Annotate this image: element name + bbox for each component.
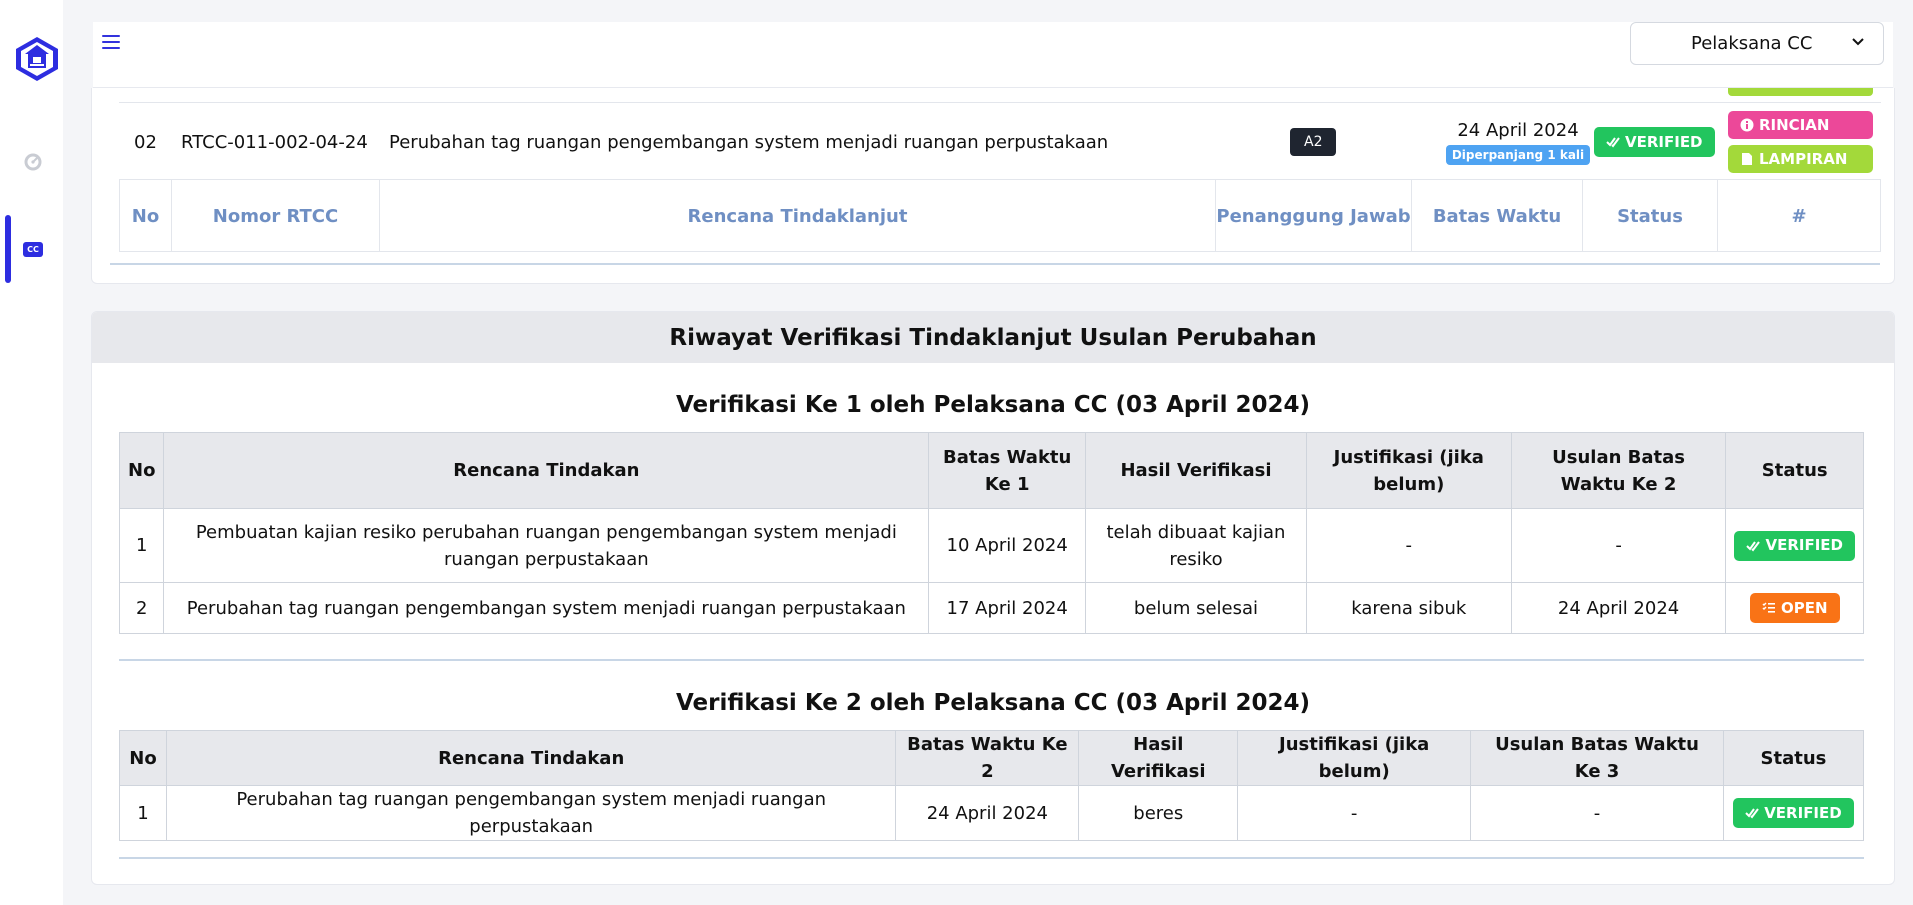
cell-status: VERIFIED	[1722, 785, 1865, 841]
cell-rencana: Perubahan tag ruangan pengembangan syste…	[163, 582, 930, 634]
th-justifikasi: Justifikasi (jika belum)	[1237, 730, 1472, 786]
app-logo-icon[interactable]	[13, 35, 61, 83]
status-text: OPEN	[1780, 598, 1828, 617]
extension-badge: Diperpanjang 1 kali	[1445, 144, 1591, 165]
rincian-button[interactable]: RINCIAN	[1728, 111, 1873, 139]
cell-hasil: belum selesai	[1085, 582, 1307, 634]
col-nomor: Nomor RTCC	[171, 180, 379, 252]
th-justifikasi: Justifikasi (jika belum)	[1305, 432, 1512, 509]
th-hasil: Hasil Verifikasi	[1085, 432, 1307, 509]
batas-date: 24 April 2024	[1457, 119, 1579, 141]
col-rencana: Rencana Tindaklanjut	[379, 180, 1215, 252]
penanggung-badge: A2	[1290, 128, 1337, 156]
lampiran-label: LAMPIRAN	[1759, 150, 1848, 168]
rincian-label: RINCIAN	[1759, 116, 1830, 134]
verifikasi-1-title: Verifikasi Ke 1 oleh Pelaksana CC (03 Ap…	[676, 392, 1310, 418]
verifikasi-1-table: No Rencana Tindakan Batas Waktu Ke 1 Has…	[118, 432, 1864, 634]
actions-cell: RINCIAN LAMPIRAN	[1728, 103, 1873, 181]
role-select[interactable]: Pelaksana CC	[1630, 22, 1884, 65]
th-rencana: Rencana Tindakan	[163, 432, 930, 509]
cell-batas: 10 April 2024	[928, 508, 1087, 583]
th-hasil: Hasil Verifikasi	[1078, 730, 1239, 786]
divider	[110, 263, 1880, 265]
cell-batas: 17 April 2024	[928, 582, 1087, 634]
top-bar-panel	[93, 22, 1893, 88]
cell-rencana: Perubahan tag ruangan pengembangan syste…	[165, 785, 897, 841]
th-no: No	[119, 730, 167, 786]
th-batas: Batas Waktu Ke 2	[895, 730, 1080, 786]
col-no: No	[119, 180, 171, 252]
verifikasi-2-table: No Rencana Tindakan Batas Waktu Ke 2 Has…	[119, 730, 1865, 841]
status-cell: VERIFIED	[1594, 103, 1715, 181]
cell-rencana: Pembuatan kajian resiko perubahan ruanga…	[163, 508, 930, 583]
double-check-icon	[1606, 137, 1620, 148]
th-batas: Batas Waktu Ke 1	[928, 432, 1087, 509]
cell-status: OPEN	[1725, 582, 1864, 634]
sidebar: CC	[0, 0, 63, 905]
status-text: VERIFIED	[1765, 536, 1843, 554]
cell-status: VERIFIED	[1725, 508, 1864, 583]
row-rencana: Perubahan tag ruangan pengembangan syste…	[389, 131, 1109, 153]
col-batas: Batas Waktu	[1411, 180, 1582, 252]
cc-menu-icon[interactable]: CC	[22, 238, 44, 260]
cell-justifikasi: karena sibuk	[1305, 582, 1512, 634]
row-nomor: RTCC-011-002-04-24	[181, 131, 368, 153]
batas-cell: 24 April 2024 Diperpanjang 1 kali	[1433, 103, 1603, 181]
status-badge: VERIFIED	[1594, 127, 1715, 157]
th-status: Status	[1722, 730, 1865, 786]
col-aksi: #	[1717, 180, 1881, 252]
list-check-icon	[1762, 602, 1775, 613]
th-usulan: Usulan Batas Waktu Ke 2	[1510, 432, 1727, 509]
dashboard-gauge-icon[interactable]	[22, 151, 44, 173]
history-card: Riwayat Verifikasi Tindaklanjut Usulan P…	[91, 311, 1895, 885]
status-text: VERIFIED	[1764, 803, 1842, 822]
divider	[119, 659, 1864, 661]
th-no: No	[118, 432, 165, 509]
cell-hasil: telah dibuaat kajian resiko	[1085, 508, 1307, 583]
th-status: Status	[1725, 432, 1864, 509]
role-select-value: Pelaksana CC	[1691, 33, 1813, 54]
divider	[119, 857, 1864, 859]
table-row: 1 Perubahan tag ruangan pengembangan sys…	[119, 785, 1865, 841]
active-indicator	[5, 215, 11, 283]
hamburger-menu-icon[interactable]	[102, 35, 120, 51]
table-header: No Nomor RTCC Rencana Tindaklanjut Penan…	[119, 180, 1881, 252]
cell-no: 2	[118, 582, 165, 634]
cc-badge: CC	[23, 241, 43, 257]
col-penanggung: Penanggung Jawab	[1215, 180, 1411, 252]
col-status: Status	[1582, 180, 1717, 252]
history-title: Riwayat Verifikasi Tindaklanjut Usulan P…	[92, 312, 1894, 363]
table-row: 1 Pembuatan kajian resiko perubahan ruan…	[118, 508, 1864, 583]
prev-row-button-edge[interactable]	[1728, 88, 1873, 96]
th-usulan: Usulan Batas Waktu Ke 3	[1470, 730, 1724, 786]
cell-hasil: beres	[1078, 785, 1239, 841]
status-badge: OPEN	[1749, 593, 1840, 623]
row-no: 02	[134, 131, 157, 153]
chevron-down-icon	[1852, 38, 1864, 46]
verifikasi-2-title: Verifikasi Ke 2 oleh Pelaksana CC (03 Ap…	[676, 690, 1310, 716]
table-header-row: No Rencana Tindakan Batas Waktu Ke 2 Has…	[119, 730, 1865, 786]
cell-usulan: -	[1510, 508, 1727, 583]
cell-usulan: 24 April 2024	[1510, 582, 1727, 634]
double-check-icon	[1746, 540, 1761, 552]
cell-no: 1	[118, 508, 165, 583]
cell-justifikasi: -	[1237, 785, 1472, 841]
cell-justifikasi: -	[1305, 508, 1512, 583]
th-rencana: Rencana Tindakan	[165, 730, 897, 786]
cell-usulan: -	[1470, 785, 1724, 841]
status-badge: VERIFIED	[1733, 798, 1854, 828]
info-icon	[1740, 118, 1754, 132]
table-row: 02 RTCC-011-002-04-24 Perubahan tag ruan…	[119, 102, 1881, 180]
table-row: 2 Perubahan tag ruangan pengembangan sys…	[118, 582, 1864, 634]
cell-batas: 24 April 2024	[895, 785, 1080, 841]
penanggung-badge-cell: A2	[1290, 103, 1337, 181]
status-badge: VERIFIED	[1734, 530, 1855, 561]
double-check-icon	[1745, 808, 1760, 819]
cell-no: 1	[119, 785, 167, 841]
lampiran-button[interactable]: LAMPIRAN	[1728, 145, 1873, 173]
status-text: VERIFIED	[1625, 133, 1703, 151]
file-icon	[1742, 153, 1752, 165]
table-header-row: No Rencana Tindakan Batas Waktu Ke 1 Has…	[118, 432, 1864, 509]
